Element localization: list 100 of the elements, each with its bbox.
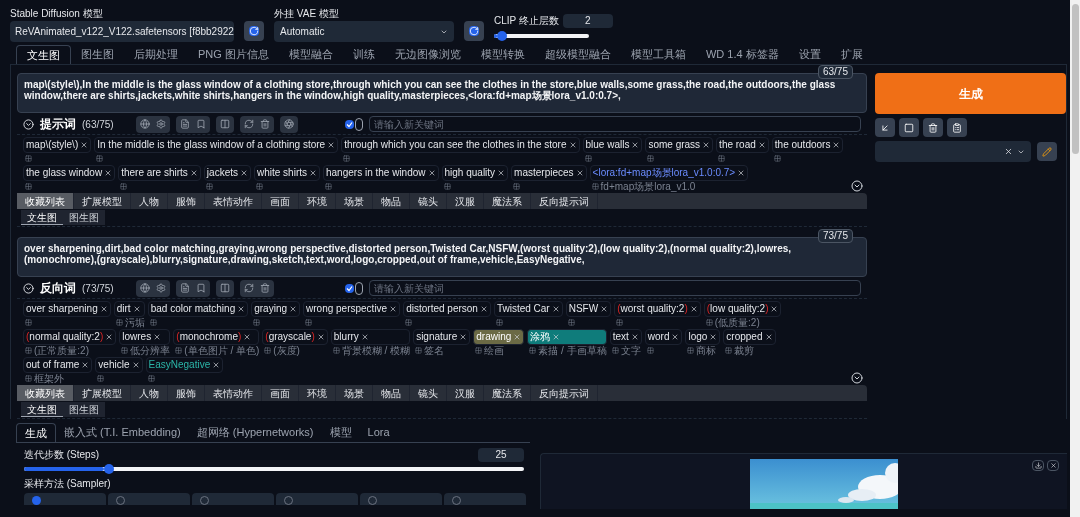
category-tab[interactable]: 环境 xyxy=(299,193,336,209)
tag-chip[interactable]: EasyNegative xyxy=(145,357,224,373)
sampler-option[interactable] xyxy=(276,493,358,505)
close-icon[interactable] xyxy=(132,305,141,313)
close-icon[interactable] xyxy=(309,169,317,177)
grid-icon[interactable] xyxy=(343,155,351,162)
category-tab[interactable]: 环境 xyxy=(299,385,336,401)
main-tab[interactable]: 训练 xyxy=(342,45,385,64)
sampler-option[interactable] xyxy=(108,493,190,505)
slider[interactable] xyxy=(24,467,524,471)
collapse-icon[interactable] xyxy=(23,118,34,130)
slider[interactable] xyxy=(494,34,589,38)
tag-chip[interactable]: some grass xyxy=(645,137,714,153)
category-tab[interactable]: 物品 xyxy=(373,385,410,401)
category-tab[interactable]: 表情动作 xyxy=(205,385,262,401)
settings-tab[interactable]: Lora xyxy=(359,423,398,442)
close-icon[interactable] xyxy=(709,333,718,341)
main-tab[interactable]: 超级模型融合 xyxy=(534,45,621,64)
download-button[interactable] xyxy=(1032,460,1044,471)
category-tab[interactable]: 服饰 xyxy=(168,193,205,209)
main-tab[interactable]: PNG 图片信息 xyxy=(188,45,279,64)
grid-icon[interactable] xyxy=(96,155,104,162)
sampler-option[interactable] xyxy=(444,493,526,505)
vae-dropdown[interactable]: Automatic xyxy=(274,21,454,42)
sampler-option[interactable] xyxy=(192,493,274,505)
close-icon[interactable] xyxy=(757,141,766,149)
tag-chip[interactable]: cropped xyxy=(723,329,776,345)
grid-icon[interactable] xyxy=(616,319,624,326)
grid-icon[interactable] xyxy=(120,183,128,190)
tool-button[interactable] xyxy=(923,118,943,137)
grid-icon[interactable] xyxy=(443,183,451,190)
grid-icon[interactable] xyxy=(256,183,263,190)
grid-icon[interactable] xyxy=(687,347,695,354)
settings-tab[interactable]: 生成 xyxy=(16,423,56,442)
close-icon[interactable] xyxy=(600,305,609,313)
main-tab[interactable]: WD 1.4 标签器 xyxy=(695,45,789,64)
tool-button[interactable] xyxy=(875,118,895,137)
main-tab[interactable]: 模型融合 xyxy=(278,45,343,64)
category-tab[interactable]: 收藏列表 xyxy=(17,385,74,401)
slider-thumb[interactable] xyxy=(496,31,507,41)
close-icon[interactable] xyxy=(631,141,640,149)
close-icon[interactable] xyxy=(671,333,680,341)
close-icon[interactable] xyxy=(212,361,221,369)
tag-chip[interactable]: hangers in the window xyxy=(323,165,439,181)
close-icon[interactable] xyxy=(81,361,90,369)
close-icon[interactable] xyxy=(237,305,246,313)
tag-chip[interactable]: logo xyxy=(685,329,721,345)
main-tab[interactable]: 模型工具箱 xyxy=(620,45,696,64)
grid-icon[interactable] xyxy=(495,319,503,326)
close-icon[interactable] xyxy=(289,305,298,313)
tag-chip[interactable]: there are shirts xyxy=(118,165,201,181)
sub-tab[interactable]: 图生图 xyxy=(63,402,105,417)
close-icon[interactable] xyxy=(153,333,162,341)
bookmark-icon[interactable] xyxy=(195,119,206,129)
tag-chip[interactable]: drawing xyxy=(473,329,525,345)
sampler-option[interactable] xyxy=(360,493,442,505)
main-tab[interactable]: 设置 xyxy=(788,45,831,64)
category-tab[interactable]: 人物 xyxy=(131,385,168,401)
sub-tab[interactable]: 文生图 xyxy=(21,210,63,225)
tag-chip[interactable]: signature xyxy=(413,329,471,345)
category-tab[interactable]: 汉服 xyxy=(447,385,484,401)
settings-tab[interactable]: 嵌入式 (T.I. Embedding) xyxy=(56,423,189,442)
grid-icon[interactable] xyxy=(332,347,340,354)
tag-chip[interactable]: lowres xyxy=(119,329,171,345)
close-icon[interactable] xyxy=(575,169,584,177)
refresh-icon[interactable] xyxy=(243,119,254,129)
tag-chip[interactable]: wrong perspective xyxy=(303,301,401,317)
category-tab[interactable]: 扩展模型 xyxy=(74,385,131,401)
grid-icon[interactable] xyxy=(647,155,655,162)
grid-icon[interactable] xyxy=(25,183,32,190)
edit-button[interactable] xyxy=(1037,142,1057,161)
close-button[interactable] xyxy=(1047,460,1059,471)
tag-chip[interactable]: out of frame xyxy=(23,357,93,373)
tag-chip[interactable]: (grayscale) xyxy=(262,329,328,345)
tag-chip[interactable]: (normal quality:2) xyxy=(23,329,117,345)
grid-icon[interactable] xyxy=(611,347,619,354)
grid-icon[interactable] xyxy=(25,375,32,382)
grid-icon[interactable] xyxy=(718,155,726,162)
grid-icon[interactable] xyxy=(175,347,183,354)
grid-icon[interactable] xyxy=(253,319,261,326)
grid-icon[interactable] xyxy=(475,347,483,354)
grid-icon[interactable] xyxy=(725,347,733,354)
tag-chip[interactable]: bad color matching xyxy=(147,301,249,317)
settings-icon[interactable] xyxy=(155,283,166,293)
tool-button[interactable] xyxy=(899,118,919,137)
main-tab[interactable]: 后期处理 xyxy=(124,45,188,64)
close-icon[interactable] xyxy=(630,333,639,341)
settings-icon[interactable] xyxy=(155,119,166,129)
collapse-icon[interactable] xyxy=(23,282,34,294)
tag-chip[interactable]: dirt xyxy=(113,301,145,317)
category-tab[interactable]: 画面 xyxy=(262,193,299,209)
main-tab[interactable]: 文生图 xyxy=(16,45,71,64)
close-icon[interactable] xyxy=(327,141,336,149)
columns-icon[interactable] xyxy=(219,119,230,129)
category-tab[interactable]: 魔法系 xyxy=(484,193,531,209)
radio[interactable] xyxy=(32,496,41,505)
expand-icon[interactable] xyxy=(851,372,863,384)
grid-icon[interactable] xyxy=(567,319,575,326)
close-icon[interactable] xyxy=(240,169,248,177)
refresh-button[interactable] xyxy=(464,21,484,41)
